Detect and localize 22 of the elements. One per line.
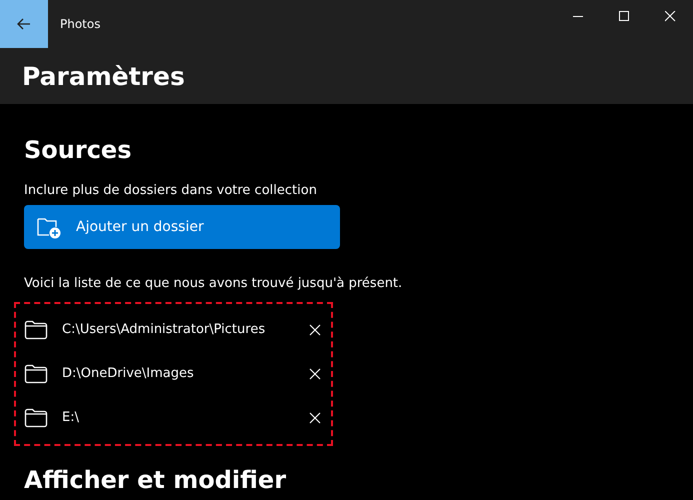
section-description: Inclure plus de dossiers dans votre collection (24, 183, 317, 199)
folder-path: D:\OneDrive\Images (62, 365, 195, 384)
maximize-icon (618, 10, 630, 22)
list-caption: Voici la liste de ce que nous avons trouvé jusqu'à présent. (24, 276, 402, 292)
folder-icon (24, 364, 48, 384)
window-title: Photos (60, 16, 100, 33)
section-heading: Afficher et modifier (24, 466, 286, 495)
back-arrow-icon (17, 18, 31, 30)
page-title: Paramètres (22, 62, 185, 92)
remove-button[interactable] (309, 412, 321, 424)
close-icon (664, 10, 676, 22)
close-icon (309, 368, 321, 380)
add-folder-button[interactable]: Ajouter un dossier (24, 205, 340, 249)
folder-icon (24, 320, 48, 340)
close-icon (309, 324, 321, 336)
folder-icon (24, 408, 48, 428)
section-heading: Sources (24, 136, 132, 165)
folder-path: C:\Users\Administrator\Pictures (62, 321, 266, 340)
close-icon (309, 412, 321, 424)
folder-path: E:\ (62, 409, 80, 428)
remove-button[interactable] (309, 324, 321, 336)
remove-button[interactable] (309, 368, 321, 380)
